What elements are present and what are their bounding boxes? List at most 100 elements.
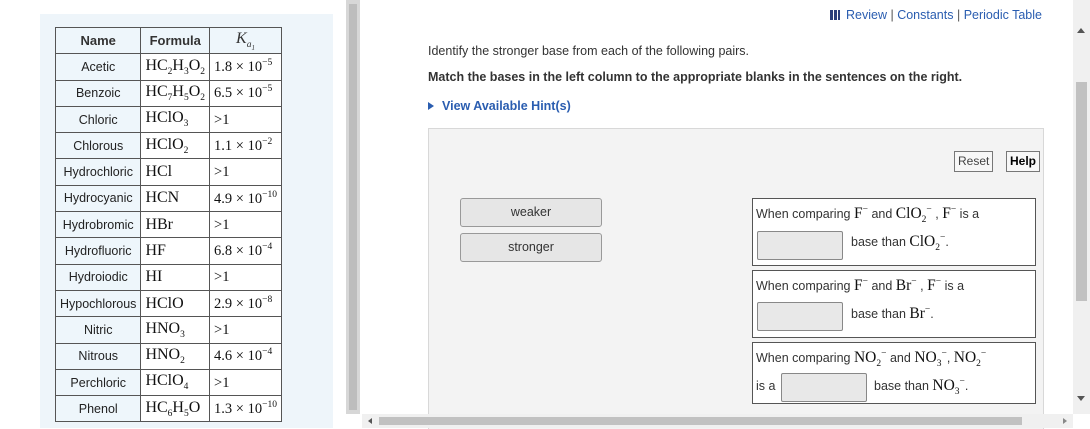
sentence-box-2: When comparing F− and Br− , F− is a base… — [752, 270, 1036, 338]
sentence-1-line-2: base than ClO2−. — [851, 233, 949, 254]
table-row: Nitrous HNO2 4.6 × 10−4 — [54, 342, 282, 370]
chip-weaker[interactable]: weaker — [460, 198, 602, 227]
ka-value: >1 — [209, 368, 282, 397]
ka-value: 1.3 × 10−10 — [209, 395, 282, 423]
table-header-row: Name Formula Ka1 — [54, 26, 282, 55]
acid-name: Benzoic — [54, 79, 142, 107]
acid-formula: HC2H3O2 — [140, 53, 211, 81]
sentence-1-line-1: When comparing F− and ClO2− , F− is a — [756, 205, 980, 226]
sentence-2-line-1: When comparing F− and Br− , F− is a — [756, 277, 965, 295]
sentence-box-3: When comparing NO2− and NO3−, NO2− is a … — [752, 342, 1036, 404]
ka-value: 4.9 × 10−10 — [209, 184, 282, 213]
acid-name: Perchloric — [54, 368, 142, 397]
acid-name: Chlorous — [54, 132, 142, 160]
table-row: Chloric HClO3 >1 — [54, 105, 282, 134]
table-row: Chlorous HClO2 1.1 × 10−2 — [54, 132, 282, 160]
table-row: Phenol HC6H5O 1.3 × 10−10 — [54, 395, 282, 423]
acid-formula: HNO3 — [140, 316, 211, 344]
acid-name: Hypochlorous — [54, 289, 142, 318]
ka-table: Name Formula Ka1 Acetic HC2H3O2 1.8 × 10−5… — [54, 26, 282, 423]
acid-formula: HClO3 — [140, 105, 211, 134]
table-row: Hydrobromic HBr >1 — [54, 211, 282, 239]
sentence-box-1: When comparing F− and ClO2− , F− is a ba… — [752, 198, 1036, 266]
sentence-2-line-2: base than Br−. — [851, 305, 934, 323]
table-row: Perchloric HClO4 >1 — [54, 368, 282, 397]
scroll-left-icon[interactable] — [368, 418, 372, 424]
answer-blank-2[interactable] — [757, 302, 843, 331]
answer-blank-1[interactable] — [757, 231, 843, 260]
acid-formula: HClO2 — [140, 132, 211, 160]
acid-name: Hydrobromic — [54, 211, 142, 239]
header-ka: Ka1 — [209, 26, 282, 55]
table-row: Hydroiodic HI >1 — [54, 263, 282, 291]
reset-button[interactable]: Reset — [954, 151, 994, 172]
scroll-up-icon[interactable] — [1077, 28, 1085, 33]
ka-value: >1 — [209, 158, 282, 186]
constants-link[interactable]: Constants — [897, 8, 953, 22]
vertical-scroll-thumb[interactable] — [1076, 82, 1087, 301]
help-button[interactable]: Help — [1006, 151, 1041, 172]
acid-name: Chloric — [54, 105, 142, 134]
horizontal-scroll-thumb[interactable] — [379, 417, 1022, 425]
ka-value: >1 — [209, 316, 282, 344]
review-icon — [829, 10, 840, 20]
sentence-3-line-2: base than NO3−. — [874, 377, 969, 398]
acid-formula: HClO — [140, 289, 211, 318]
ka-value: 4.6 × 10−4 — [209, 342, 282, 370]
vertical-scrollbar[interactable] — [1073, 0, 1090, 414]
ka-table-panel: Name Formula Ka1 Acetic HC2H3O2 1.8 × 10−5… — [0, 0, 345, 428]
acid-name: Hydrocyanic — [54, 184, 142, 213]
sentence-3-line-1: When comparing NO2− and NO3−, NO2− — [756, 349, 987, 370]
header-name: Name — [54, 26, 142, 55]
table-row: Acetic HC2H3O2 1.8 × 10−5 — [54, 53, 282, 81]
ka-value: >1 — [209, 105, 282, 134]
instruction-text: Match the bases in the left column to th… — [428, 70, 963, 84]
acid-formula: HI — [140, 263, 211, 291]
acid-formula: HC6H5O — [140, 395, 211, 423]
header-formula: Formula — [140, 26, 211, 55]
answer-blank-3[interactable] — [781, 373, 867, 402]
expand-triangle-icon — [428, 102, 434, 110]
table-row: Hydrocyanic HCN 4.9 × 10−10 — [54, 184, 282, 213]
splitter-thumb[interactable] — [349, 4, 357, 410]
acid-formula: HNO2 — [140, 342, 211, 370]
acid-name: Nitric — [54, 316, 142, 344]
hint-label: View Available Hint(s) — [442, 99, 571, 113]
link-separator: | — [956, 8, 961, 22]
ka-value: 1.8 × 10−5 — [209, 53, 282, 81]
panel-splitter[interactable] — [346, 0, 360, 414]
scroll-down-icon[interactable] — [1077, 396, 1085, 401]
ka-value: 6.8 × 10−4 — [209, 237, 282, 265]
acid-formula: HC7H5O2 — [140, 79, 211, 107]
acid-formula: HBr — [140, 211, 211, 239]
table-row: Hydrochloric HCl >1 — [54, 158, 282, 186]
acid-formula: HClO4 — [140, 368, 211, 397]
table-row: Nitric HNO3 >1 — [54, 316, 282, 344]
table-row: Hydrofluoric HF 6.8 × 10−4 — [54, 237, 282, 265]
ka-value: >1 — [209, 211, 282, 239]
resource-links: Review | Constants | Periodic Table — [829, 8, 1042, 22]
horizontal-scrollbar[interactable] — [362, 414, 1073, 428]
acid-formula: HCN — [140, 184, 211, 213]
view-hints-link[interactable]: View Available Hint(s) — [428, 99, 571, 113]
chip-stronger[interactable]: stronger — [460, 233, 602, 262]
question-text: Identify the stronger base from each of … — [428, 44, 750, 58]
table-row: Benzoic HC7H5O2 6.5 × 10−5 — [54, 79, 282, 107]
ka-value: 1.1 × 10−2 — [209, 132, 282, 160]
acid-name: Hydroiodic — [54, 263, 142, 291]
ka-value: 6.5 × 10−5 — [209, 79, 282, 107]
acid-name: Hydrofluoric — [54, 237, 142, 265]
review-link[interactable]: Review — [846, 8, 887, 22]
sentence-3-isa: is a — [756, 379, 776, 393]
ka-value: >1 — [209, 263, 282, 291]
acid-name: Nitrous — [54, 342, 142, 370]
table-row: Hypochlorous HClO 2.9 × 10−8 — [54, 289, 282, 318]
acid-formula: HF — [140, 237, 211, 265]
ka-value: 2.9 × 10−8 — [209, 289, 282, 318]
periodic-table-link[interactable]: Periodic Table — [964, 8, 1042, 22]
acid-formula: HCl — [140, 158, 211, 186]
acid-name: Acetic — [54, 53, 142, 81]
link-separator: | — [890, 8, 894, 22]
acid-name: Phenol — [54, 395, 142, 423]
scroll-right-icon[interactable] — [1063, 418, 1067, 424]
